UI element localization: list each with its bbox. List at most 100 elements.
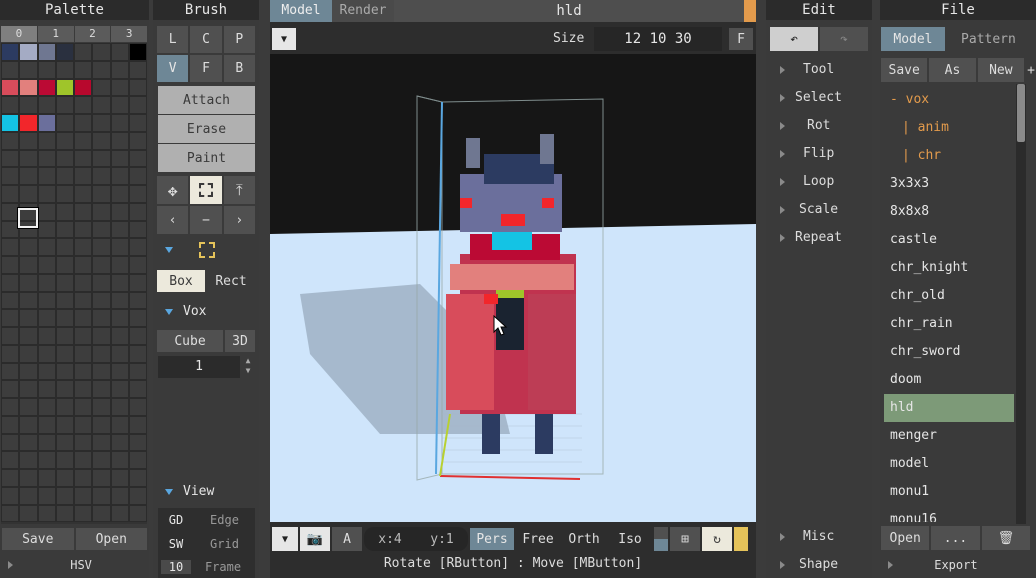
palette-swatch[interactable] — [74, 486, 93, 505]
palette-swatch[interactable] — [74, 415, 93, 434]
palette-swatch[interactable] — [128, 291, 147, 310]
palette-swatch[interactable] — [37, 415, 56, 434]
palette-swatch[interactable] — [110, 486, 129, 505]
proj-orth-button[interactable]: Orth — [562, 528, 606, 550]
palette-swatch[interactable] — [19, 185, 38, 203]
palette-swatch[interactable] — [19, 60, 38, 79]
palette-swatch[interactable] — [128, 415, 147, 434]
palette-swatch[interactable] — [110, 114, 129, 132]
palette-swatch[interactable] — [1, 149, 20, 168]
palette-swatch[interactable] — [55, 291, 74, 310]
palette-swatch[interactable] — [55, 380, 74, 398]
palette-swatch[interactable] — [128, 504, 147, 523]
palette-swatch[interactable] — [37, 78, 56, 97]
palette-swatch[interactable] — [92, 504, 111, 523]
palette-swatch[interactable] — [1, 469, 20, 487]
palette-swatch[interactable] — [55, 167, 74, 185]
list-item[interactable]: doom — [884, 366, 1014, 394]
palette-swatch[interactable] — [74, 362, 93, 381]
palette-swatch[interactable] — [55, 504, 74, 523]
palette-swatch[interactable] — [74, 451, 93, 469]
palette-swatch[interactable] — [92, 43, 111, 61]
file-tab-model[interactable]: Model — [881, 27, 945, 51]
list-item[interactable]: | chr — [884, 142, 1014, 170]
screenshot-button[interactable]: 📷 — [300, 527, 330, 551]
palette-swatch[interactable] — [37, 398, 56, 416]
palette-swatch[interactable] — [1, 256, 20, 274]
palette-swatch[interactable] — [92, 60, 111, 79]
brush-mode-l-button[interactable]: L — [157, 26, 189, 53]
palette-tab-1[interactable]: 1 — [37, 26, 74, 42]
palette-swatch[interactable] — [92, 167, 111, 185]
camera-mode-button[interactable]: A — [332, 527, 362, 551]
palette-swatch[interactable] — [128, 78, 147, 97]
list-item[interactable]: castle — [884, 226, 1014, 254]
palette-swatch[interactable] — [37, 469, 56, 487]
palette-swatch[interactable] — [19, 486, 38, 505]
palette-swatch[interactable] — [92, 398, 111, 416]
palette-swatch[interactable] — [55, 60, 74, 79]
palette-swatch[interactable] — [128, 398, 147, 416]
box-button[interactable]: Box — [157, 270, 205, 292]
palette-swatch[interactable] — [1, 273, 20, 292]
count-stepper[interactable]: ▲ ▼ — [241, 356, 255, 378]
export-expander[interactable]: Export — [888, 556, 1028, 574]
palette-swatch[interactable] — [92, 469, 111, 487]
palette-swatch[interactable] — [110, 256, 129, 274]
fit-button[interactable]: F — [729, 28, 753, 50]
palette-swatch[interactable] — [110, 469, 129, 487]
palette-swatch[interactable] — [92, 433, 111, 452]
palette-swatch[interactable] — [128, 238, 147, 256]
palette-swatch[interactable] — [128, 380, 147, 398]
palette-swatch[interactable] — [1, 238, 20, 256]
palette-swatch[interactable] — [55, 96, 74, 114]
palette-swatch[interactable] — [74, 167, 93, 185]
palette-swatch[interactable] — [55, 202, 74, 221]
palette-swatch[interactable] — [1, 43, 20, 61]
palette-swatch[interactable] — [74, 398, 93, 416]
palette-swatch[interactable] — [92, 96, 111, 114]
palette-swatch[interactable] — [19, 96, 38, 114]
palette-swatch[interactable] — [74, 469, 93, 487]
palette-swatch[interactable] — [128, 149, 147, 168]
view-section-header[interactable]: View — [165, 484, 214, 499]
palette-swatch[interactable] — [19, 131, 38, 150]
palette-swatch[interactable] — [19, 167, 38, 185]
redo-button[interactable]: ↷ — [820, 27, 868, 51]
vox-section-header[interactable]: Vox — [165, 304, 206, 319]
palette-swatch[interactable] — [37, 504, 56, 523]
palette-swatch[interactable] — [128, 256, 147, 274]
palette-swatch[interactable] — [1, 415, 20, 434]
palette-swatch[interactable] — [74, 380, 93, 398]
palette-swatch[interactable] — [92, 149, 111, 168]
palette-swatch[interactable] — [19, 291, 38, 310]
reset-rotation-button[interactable]: ↻ — [702, 527, 732, 551]
list-item[interactable]: menger — [884, 422, 1014, 450]
next-button[interactable]: › — [223, 206, 255, 234]
palette-swatch[interactable] — [37, 327, 56, 345]
edit-menu-rot[interactable]: Rot — [780, 118, 830, 133]
palette-swatch[interactable] — [55, 415, 74, 434]
palette-swatch[interactable] — [37, 202, 56, 221]
palette-swatch[interactable] — [1, 398, 20, 416]
file-list-scrollbar[interactable] — [1016, 84, 1026, 524]
palette-swatch[interactable] — [128, 362, 147, 381]
palette-swatch[interactable] — [128, 114, 147, 132]
viewport-menu-button[interactable]: ▼ — [272, 28, 296, 50]
palette-swatch[interactable] — [37, 43, 56, 61]
list-item[interactable]: monu1 — [884, 478, 1014, 506]
palette-swatch[interactable] — [128, 167, 147, 185]
palette-swatch[interactable] — [55, 131, 74, 150]
palette-swatch[interactable] — [37, 486, 56, 505]
view-option-row[interactable]: SW Grid — [158, 532, 255, 556]
grid-view-button[interactable]: ⊞ — [670, 527, 700, 551]
palette-swatch[interactable] — [19, 380, 38, 398]
palette-swatch[interactable] — [37, 256, 56, 274]
edit-menu-tool[interactable]: Tool — [780, 62, 834, 77]
palette-swatch[interactable] — [19, 78, 38, 97]
palette-swatch[interactable] — [110, 362, 129, 381]
palette-swatch[interactable] — [55, 220, 74, 239]
palette-swatch[interactable] — [1, 185, 20, 203]
palette-swatch[interactable] — [19, 433, 38, 452]
palette-swatch[interactable] — [92, 114, 111, 132]
